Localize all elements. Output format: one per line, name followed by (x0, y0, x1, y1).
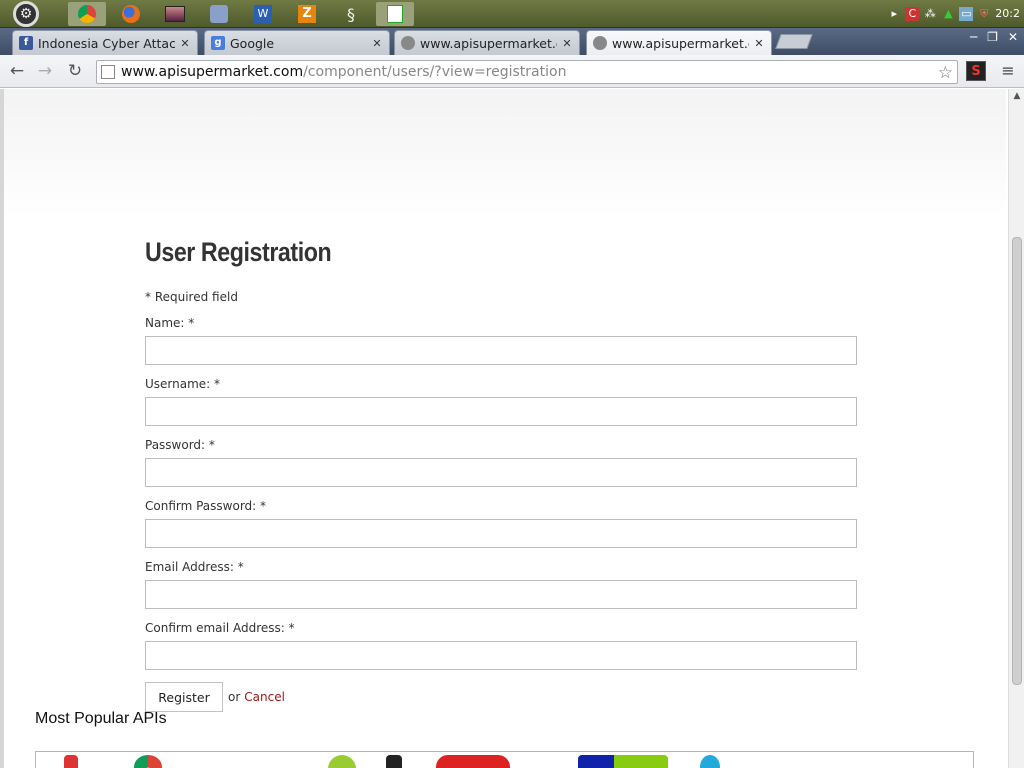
tab-title: Indonesia Cyber Attac (38, 35, 175, 51)
ubuntu-logo-icon[interactable]: ⚙ (6, 0, 46, 28)
java-logo[interactable] (64, 755, 78, 768)
restore-icon[interactable]: ❐ (987, 30, 998, 44)
tab-apisupermarket-2[interactable]: www.apisupermarket.c ✕ (586, 30, 772, 55)
page-header-band (4, 89, 1006, 217)
tab-title: Google (230, 35, 275, 51)
vertical-scrollbar[interactable]: ▲ (1008, 89, 1024, 768)
globe-icon (401, 36, 415, 50)
tab-indonesia-cyber[interactable]: f Indonesia Cyber Attac ✕ (12, 30, 198, 55)
shield-icon[interactable]: ⛨ (977, 7, 991, 21)
most-popular-apis-heading: Most Popular APIs (35, 710, 167, 727)
triangle-icon[interactable]: ▲ (941, 7, 955, 21)
x-logo[interactable] (386, 755, 402, 768)
network-icon[interactable]: ⁂ (923, 7, 937, 21)
chart-editor-icon[interactable] (376, 2, 414, 26)
required-note: * Required field (145, 290, 238, 304)
cancel-link[interactable]: Cancel (244, 690, 285, 704)
close-icon[interactable]: ✕ (753, 37, 765, 50)
tab-title: www.apisupermarket.c (612, 35, 749, 51)
photo-viewer-icon[interactable] (156, 2, 194, 26)
url-path: /component/users/?view=registration (303, 64, 567, 80)
tab-google[interactable]: g Google ✕ (204, 30, 390, 55)
minimize-icon[interactable]: ─ (970, 30, 977, 44)
tab-apisupermarket-1[interactable]: www.apisupermarket.c ✕ (394, 30, 580, 55)
tab-strip: f Indonesia Cyber Attac ✕ g Google ✕ www… (0, 28, 1024, 55)
clock[interactable]: 20:2 (995, 7, 1020, 21)
filezilla-icon[interactable]: Z (288, 2, 326, 26)
display-icon[interactable]: ▭ (959, 7, 974, 21)
window-controls: ─ ❐ ✕ (970, 30, 1018, 44)
page-title: User Registration (145, 237, 332, 267)
menu-icon[interactable]: ≡ (998, 60, 1018, 82)
chrome-logo[interactable] (134, 755, 162, 768)
facebook-icon: f (19, 36, 33, 50)
register-button[interactable]: Register (145, 682, 223, 712)
settings-icon[interactable] (200, 2, 238, 26)
close-icon[interactable]: ✕ (179, 37, 191, 50)
tab-title: www.apisupermarket.c (420, 35, 557, 51)
extension-s-icon[interactable]: S (966, 61, 986, 81)
youtube-logo[interactable] (436, 755, 510, 768)
close-icon[interactable]: ✕ (561, 37, 573, 50)
new-tab-button[interactable] (775, 34, 813, 49)
page-icon (101, 65, 115, 79)
word-icon[interactable]: W (244, 2, 282, 26)
password-field[interactable] (145, 458, 857, 487)
forward-icon[interactable]: → (34, 61, 56, 81)
android-logo[interactable] (328, 755, 356, 768)
scroll-thumb[interactable] (1012, 237, 1022, 685)
confirm-password-label: Confirm Password: * (145, 499, 267, 513)
name-field[interactable] (145, 336, 857, 365)
password-label: Password: * (145, 438, 215, 452)
username-label: Username: * (145, 377, 221, 391)
close-window-icon[interactable]: ✕ (1008, 30, 1018, 44)
confirm-email-label: Confirm email Address: * (145, 621, 295, 635)
firefox-icon[interactable] (112, 2, 150, 26)
play-icon[interactable]: ▸ (887, 7, 901, 21)
spiral-icon[interactable]: § (332, 2, 370, 26)
api-logo-carousel (35, 751, 974, 768)
email-field[interactable] (145, 580, 857, 609)
username-field[interactable] (145, 397, 857, 426)
confirm-password-field[interactable] (145, 519, 857, 548)
os-top-panel: ⚙ W Z § ▸ C ⁂ ▲ ▭ ⛨ 20:2 (0, 0, 1024, 28)
or-text: or (228, 690, 241, 704)
chrome-icon[interactable] (68, 2, 106, 26)
close-icon[interactable]: ✕ (371, 37, 383, 50)
browser-toolbar: ← → ↻ www.apisupermarket.com/component/u… (0, 55, 1024, 88)
system-tray: ▸ C ⁂ ▲ ▭ ⛨ 20:2 (887, 0, 1024, 28)
address-bar[interactable]: www.apisupermarket.com/component/users/?… (96, 60, 958, 84)
extension-icon[interactable]: C (905, 7, 920, 21)
globe-icon (593, 36, 607, 50)
form-actions: Register or Cancel (145, 682, 865, 712)
circle-logo[interactable] (700, 755, 720, 768)
google-icon: g (211, 36, 225, 50)
scroll-up-icon[interactable]: ▲ (1009, 89, 1024, 103)
url-host: www.apisupermarket.com (121, 64, 304, 80)
registration-form: User Registration * Required field Name:… (145, 237, 865, 712)
back-icon[interactable]: ← (6, 61, 28, 81)
name-label: Name: * (145, 316, 195, 330)
page-viewport: User Registration * Required field Name:… (0, 89, 1008, 768)
email-label: Email Address: * (145, 560, 244, 574)
reload-icon[interactable]: ↻ (64, 61, 86, 81)
bookmark-star-icon[interactable]: ☆ (938, 63, 953, 83)
confirm-email-field[interactable] (145, 641, 857, 670)
ebay-logo[interactable] (578, 755, 668, 768)
